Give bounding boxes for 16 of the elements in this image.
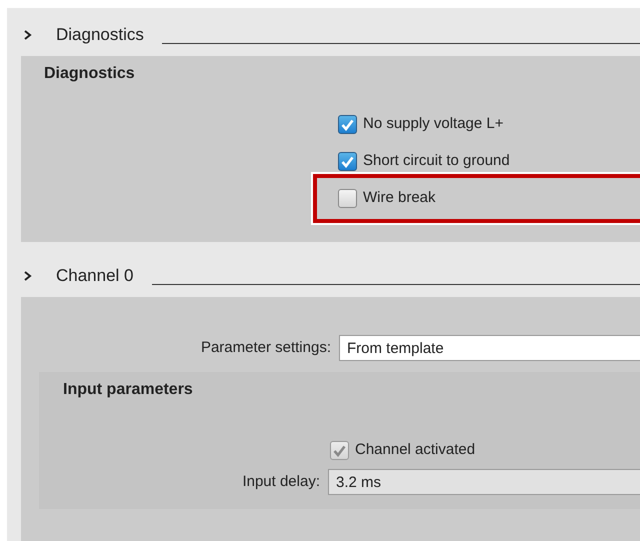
checkbox-label: No supply voltage L+: [363, 114, 504, 134]
group-title: Diagnostics: [44, 64, 136, 84]
checkbox[interactable]: [338, 152, 357, 171]
chevron-icon[interactable]: [24, 30, 32, 40]
field-label: Input delay:: [241, 472, 320, 492]
checkbox[interactable]: [338, 115, 357, 134]
checkbox-label: Channel activated: [355, 440, 476, 460]
checkbox[interactable]: [338, 189, 357, 208]
field-label: Parameter settings:: [200, 338, 331, 358]
input-field[interactable]: From template: [339, 335, 640, 361]
checkbox-label: Wire break: [363, 188, 436, 208]
group-title: Input parameters: [63, 380, 194, 400]
chevron-icon[interactable]: [24, 271, 32, 281]
section-title: Channel 0: [56, 265, 134, 287]
checkbox-label: Short circuit to ground: [363, 151, 510, 172]
section-title: Diagnostics: [56, 24, 144, 46]
